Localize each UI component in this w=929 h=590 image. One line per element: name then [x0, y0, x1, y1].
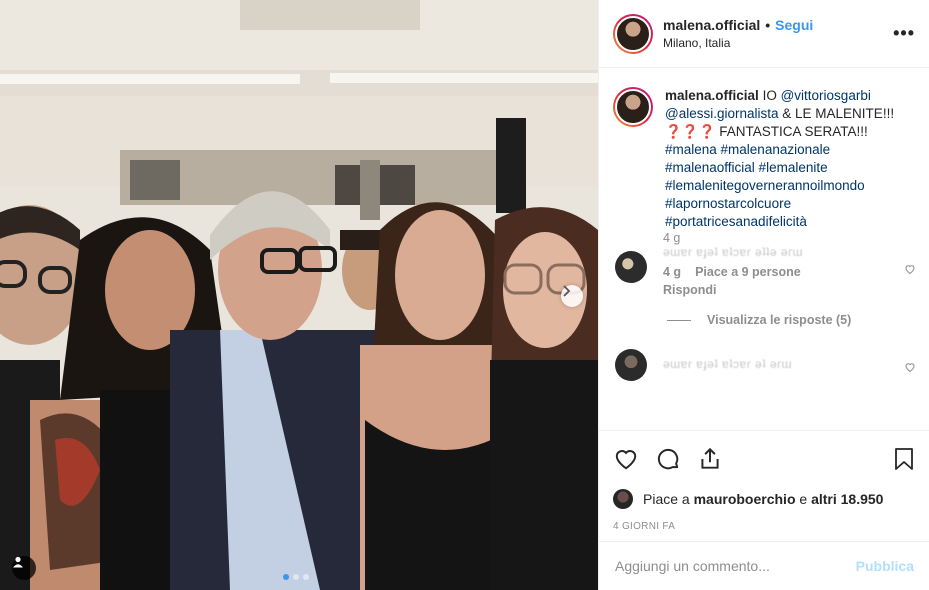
comment-like-heart-icon[interactable]	[904, 263, 916, 275]
caption-text-tail: FANTASTICA SERATA!!!	[719, 124, 868, 139]
caption-avatar[interactable]	[613, 87, 653, 127]
liker-avatar[interactable]	[613, 489, 633, 509]
add-comment-bar: Pubblica	[599, 541, 929, 590]
follow-button[interactable]: Segui	[775, 17, 813, 33]
carousel-dot	[303, 574, 309, 580]
commenter-avatar[interactable]	[615, 349, 647, 381]
view-replies-label[interactable]: Visualizza le risposte (5)	[707, 313, 851, 327]
comment-like-heart-icon[interactable]	[904, 361, 916, 373]
post-location[interactable]: Milano, Italia	[663, 36, 893, 50]
chevron-right-icon	[563, 285, 571, 297]
liker-username[interactable]: mauroboerchio	[694, 491, 796, 507]
post-actions: Piace a mauroboerchio e altri 18.950 4 g…	[599, 430, 929, 532]
caption-text-lead: IO	[762, 88, 777, 103]
post-side-panel: malena.official • Segui Milano, Italia •…	[598, 0, 929, 590]
bookmark-icon	[895, 448, 913, 470]
author-username[interactable]: malena.official	[663, 17, 760, 33]
author-avatar[interactable]	[613, 13, 653, 54]
share-icon	[701, 447, 719, 469]
likes-count[interactable]: altri 18.950	[811, 491, 883, 507]
reply-button[interactable]: Rispondi	[663, 283, 803, 297]
comment-likes[interactable]: Piace a 9 persone	[695, 265, 801, 279]
photo-illustration	[0, 0, 598, 590]
heart-icon	[615, 450, 637, 470]
hashtag-line[interactable]: #lemalenitegovernerannoilmondo	[665, 177, 916, 195]
caption-text-mid: & LE MALENITE!!!	[782, 106, 895, 121]
comment-time: 4 g	[663, 265, 682, 279]
replies-divider	[667, 319, 691, 321]
comment-input[interactable]	[615, 558, 856, 574]
comment-item: 4 g ǝɯɐɾ ɐɟǝʇ ɐʇɔɐɾ ǝʇʇǝ ǝɾɯ 4 g Piace a…	[613, 231, 916, 297]
hashtag-line[interactable]: #malena #malenanazionale	[665, 141, 916, 159]
next-photo-button[interactable]	[561, 285, 583, 307]
hashtag-line[interactable]: #malenaofficial #lemalenite	[665, 159, 916, 177]
likes-joiner: e	[799, 491, 808, 507]
post-timestamp[interactable]: 4 giorni fa	[613, 521, 916, 532]
comment-icon	[657, 448, 679, 470]
comment-time: 4 g	[663, 231, 681, 245]
likes-summary: Piace a mauroboerchio e altri 18.950	[613, 489, 916, 509]
comments-list[interactable]: malena.official IO @vittoriosgarbi @ales…	[599, 69, 929, 429]
user-tag-icon	[13, 556, 23, 568]
carousel-dot	[293, 574, 299, 580]
comment-item: ǝɯɐɾ ɐɟǝʇ ɐʇɔɐɾ ǝʇ ǝɾɯ	[613, 349, 916, 381]
commenter-avatar[interactable]	[615, 251, 647, 283]
save-button[interactable]	[892, 446, 916, 472]
mention-link[interactable]: @vittoriosgarbi	[781, 88, 871, 103]
hashtag-line[interactable]: #portatricesanadifelicità	[665, 213, 916, 231]
share-button[interactable]	[697, 446, 723, 472]
separator-dot: •	[765, 17, 771, 33]
post-photo[interactable]	[0, 0, 598, 590]
post-header: malena.official • Segui Milano, Italia •…	[599, 0, 929, 68]
comment-text-blurred: ǝɯɐɾ ɐɟǝʇ ɐʇɔɐɾ ǝʇ ǝɾɯ	[663, 357, 793, 371]
more-options-icon[interactable]: •••	[893, 23, 915, 44]
carousel-indicator	[283, 574, 309, 580]
hashtag-line[interactable]: #lapornostarcolcuore	[665, 195, 916, 213]
caption: malena.official IO @vittoriosgarbi @ales…	[613, 87, 916, 231]
likes-prefix: Piace a	[643, 491, 690, 507]
view-replies[interactable]: Visualizza le risposte (5)	[667, 313, 916, 327]
like-button[interactable]	[613, 446, 639, 472]
tagged-users-button[interactable]	[12, 556, 36, 580]
mention-link[interactable]: @alessi.giornalista	[665, 106, 779, 121]
comment-text-blurred: ǝɯɐɾ ɐɟǝʇ ɐʇɔɐɾ ǝʇʇǝ ǝɾɯ	[663, 245, 804, 259]
publish-button[interactable]: Pubblica	[856, 558, 914, 574]
comment-button[interactable]	[655, 446, 681, 472]
caption-username[interactable]: malena.official	[665, 88, 759, 103]
carousel-dot	[283, 574, 289, 580]
emoji-placeholder: ❓❓❓	[665, 124, 716, 139]
